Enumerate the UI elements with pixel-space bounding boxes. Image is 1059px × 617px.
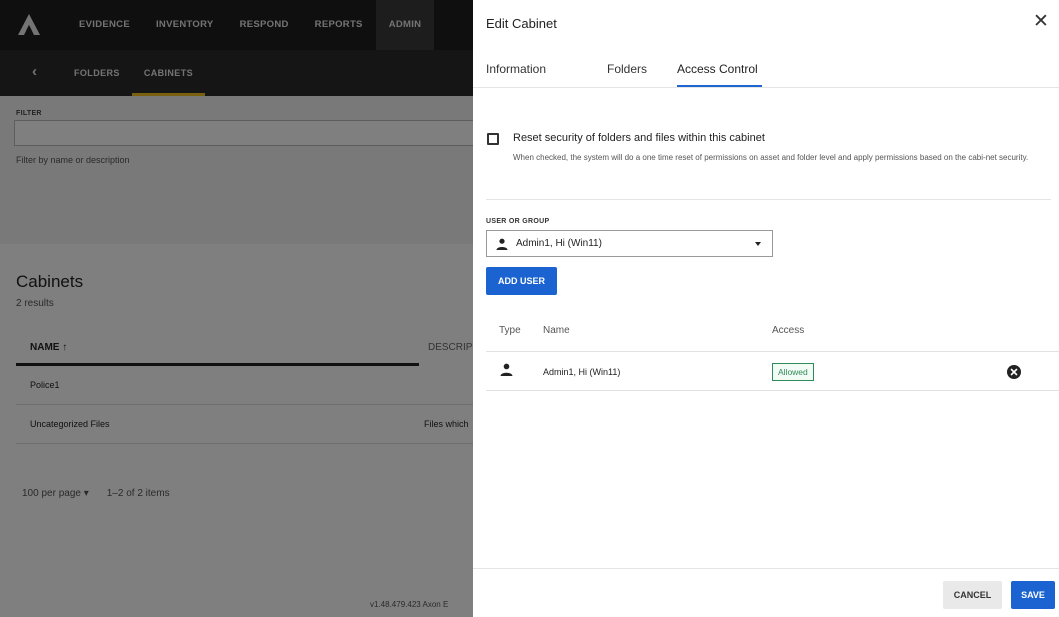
section-divider bbox=[486, 199, 1051, 200]
access-row-name: Admin1, Hi (Win11) bbox=[543, 367, 621, 377]
close-icon[interactable]: ✕ bbox=[1033, 12, 1049, 31]
active-tab-indicator bbox=[677, 85, 762, 87]
save-button[interactable]: SAVE bbox=[1011, 581, 1055, 609]
access-header-type: Type bbox=[499, 325, 521, 336]
reset-security-help: When checked, the system will do a one t… bbox=[513, 153, 1029, 162]
footer-divider bbox=[473, 568, 1059, 569]
panel-tabs: Information Folders Access Control bbox=[473, 48, 1059, 88]
access-header-name: Name bbox=[543, 325, 570, 336]
add-user-button[interactable]: ADD USER bbox=[486, 267, 557, 295]
edit-cabinet-panel: Edit Cabinet ✕ Information Folders Acces… bbox=[473, 0, 1059, 617]
person-icon bbox=[496, 238, 508, 250]
user-group-select[interactable]: Admin1, Hi (Win11) bbox=[486, 230, 773, 257]
access-table-divider bbox=[486, 351, 1059, 352]
user-group-selected-value: Admin1, Hi (Win11) bbox=[516, 238, 602, 249]
remove-circle-icon[interactable] bbox=[1007, 365, 1021, 379]
reset-security-label[interactable]: Reset security of folders and files with… bbox=[513, 132, 765, 144]
reset-security-checkbox[interactable] bbox=[487, 133, 499, 145]
modal-backdrop[interactable] bbox=[0, 0, 473, 617]
dropdown-caret-icon bbox=[755, 242, 761, 246]
person-icon bbox=[500, 363, 513, 376]
access-table-divider bbox=[486, 390, 1059, 391]
tab-information[interactable]: Information bbox=[486, 62, 546, 76]
panel-title: Edit Cabinet bbox=[486, 16, 557, 31]
access-header-access: Access bbox=[772, 325, 805, 336]
cancel-button[interactable]: CANCEL bbox=[943, 581, 1002, 609]
user-group-label: USER OR GROUP bbox=[486, 218, 550, 225]
tab-access-control[interactable]: Access Control bbox=[677, 62, 758, 76]
tab-folders[interactable]: Folders bbox=[607, 62, 647, 76]
access-status-badge: Allowed bbox=[772, 363, 814, 381]
